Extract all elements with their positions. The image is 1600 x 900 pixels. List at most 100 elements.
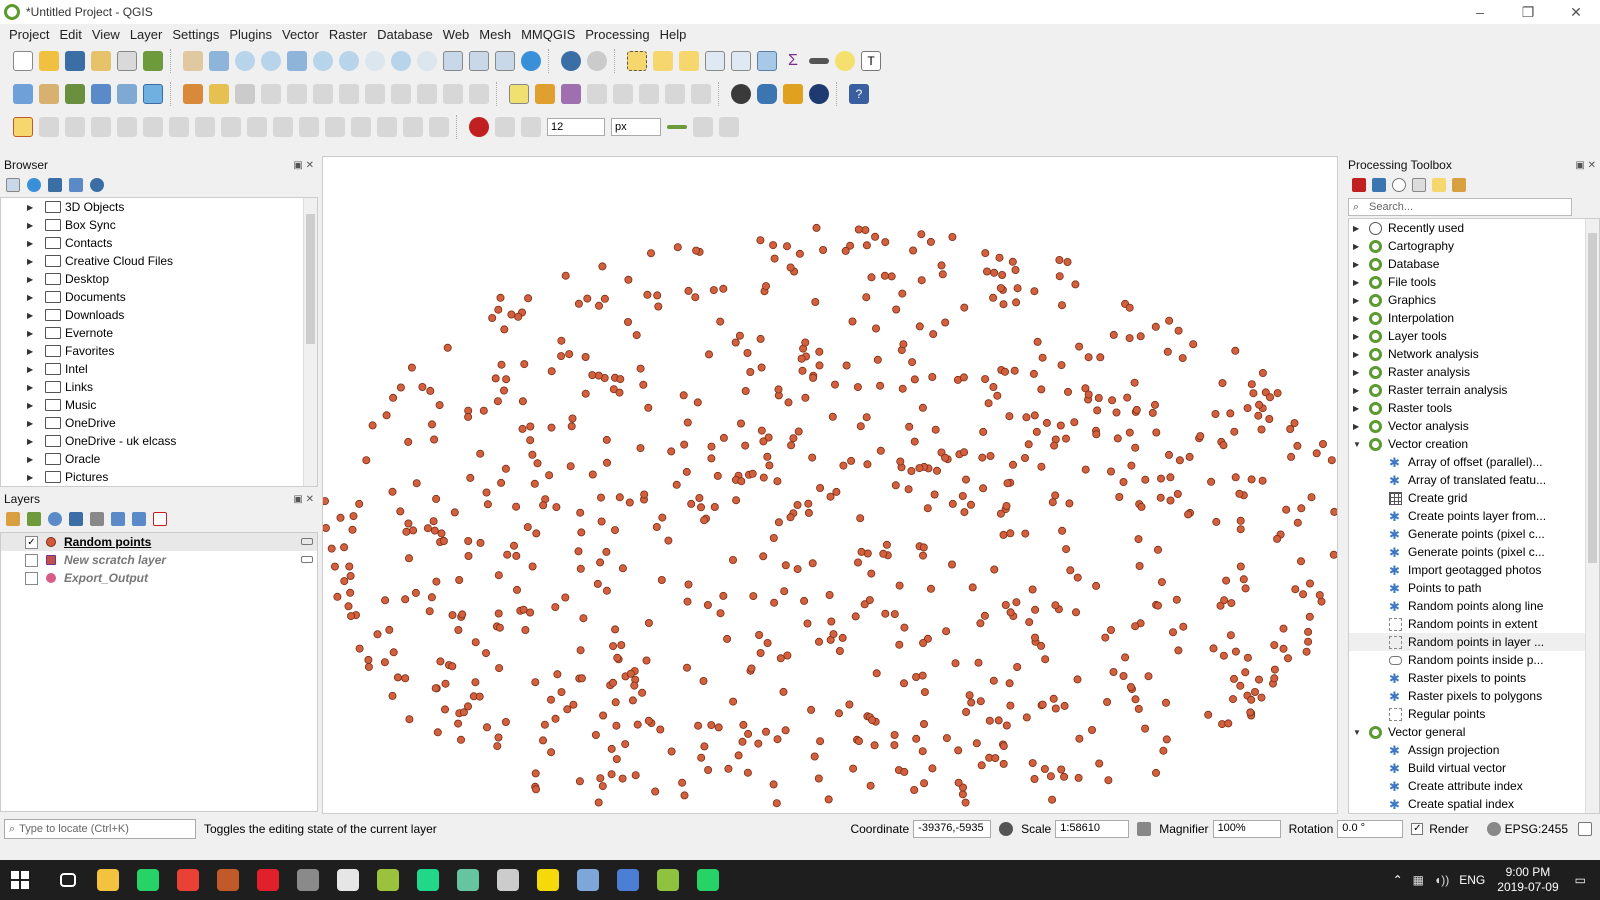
- filter-browser-icon[interactable]: [48, 178, 62, 192]
- tracing-icon[interactable]: [667, 125, 687, 129]
- toolbox-group[interactable]: ▶ Database: [1349, 255, 1599, 273]
- add-selected-layers-icon[interactable]: [6, 178, 20, 192]
- taskbar-app-sticky-notes[interactable]: [528, 860, 568, 900]
- browser-item[interactable]: ▶ Pictures: [1, 468, 317, 486]
- expand-arrow-icon[interactable]: ▶: [1353, 404, 1365, 413]
- layer-visibility-checkbox[interactable]: [25, 571, 38, 585]
- close-button[interactable]: ✕: [1552, 0, 1600, 24]
- label-toolbar-icon[interactable]: [509, 84, 529, 104]
- expand-arrow-icon[interactable]: ▶: [27, 455, 39, 464]
- new-virtual-layer-icon[interactable]: [143, 84, 163, 104]
- new-project-icon[interactable]: [13, 51, 33, 71]
- pan-to-selection-icon[interactable]: [209, 51, 229, 71]
- expand-arrow-icon[interactable]: ▶: [1353, 422, 1365, 431]
- browser-item[interactable]: ▶ Evernote: [1, 324, 317, 342]
- zoom-out-icon[interactable]: [261, 51, 281, 71]
- identify-features-icon[interactable]: [561, 51, 581, 71]
- history-icon[interactable]: [1392, 178, 1406, 192]
- expand-arrow-icon[interactable]: ▶: [27, 473, 39, 482]
- minimize-button[interactable]: –: [1456, 0, 1504, 24]
- expand-arrow-icon[interactable]: ▶: [27, 401, 39, 410]
- toolbox-algorithm[interactable]: ✱ Array of translated featu...: [1349, 471, 1599, 489]
- maximize-button[interactable]: ❐: [1504, 0, 1552, 24]
- browser-item[interactable]: ▶ Intel: [1, 360, 317, 378]
- menu-processing[interactable]: Processing: [580, 27, 654, 42]
- taskbar-app-atom[interactable]: [448, 860, 488, 900]
- advanced-digitizing-icon[interactable]: [13, 117, 33, 137]
- notifications-icon[interactable]: ▭: [1575, 873, 1586, 887]
- filter-by-expression-icon[interactable]: [90, 512, 104, 526]
- snap-to-layer-icon[interactable]: [495, 117, 515, 137]
- toolbox-group[interactable]: ▶ Cartography: [1349, 237, 1599, 255]
- fill-ring-icon[interactable]: [195, 117, 215, 137]
- data-source-manager-icon[interactable]: [13, 84, 33, 104]
- menu-help[interactable]: Help: [655, 27, 692, 42]
- measure-line-icon[interactable]: [809, 58, 829, 64]
- topological-editing-icon[interactable]: [693, 117, 713, 137]
- map-canvas[interactable]: [322, 156, 1338, 814]
- zoom-next-icon[interactable]: [417, 51, 437, 71]
- toolbox-group[interactable]: ▶ Recently used: [1349, 219, 1599, 237]
- taskbar-app-pycharm[interactable]: [408, 860, 448, 900]
- text-annotation-icon[interactable]: T: [861, 51, 881, 71]
- new-geopackage-layer-icon[interactable]: [39, 84, 59, 104]
- toolbox-group[interactable]: ▶ Raster terrain analysis: [1349, 381, 1599, 399]
- lock-scale-icon[interactable]: [1137, 822, 1152, 836]
- volume-icon[interactable]: ◖)): [1434, 873, 1449, 887]
- expand-arrow-icon[interactable]: ▶: [27, 383, 39, 392]
- editing-indicator-icon[interactable]: [301, 538, 313, 545]
- menu-settings[interactable]: Settings: [167, 27, 224, 42]
- expand-arrow-icon[interactable]: ▶: [1353, 368, 1365, 377]
- toolbox-group[interactable]: ▶ File tools: [1349, 273, 1599, 291]
- results-viewer-icon[interactable]: [1412, 178, 1426, 192]
- taskbar-app-obs[interactable]: [488, 860, 528, 900]
- add-group-icon[interactable]: [27, 512, 41, 526]
- toolbox-group[interactable]: ▶ Raster analysis: [1349, 363, 1599, 381]
- move-feature-icon[interactable]: [65, 117, 85, 137]
- toolbox-group[interactable]: ▶ Layer tools: [1349, 327, 1599, 345]
- offset-curve-icon[interactable]: [299, 117, 319, 137]
- expand-arrow-icon[interactable]: ▶: [27, 365, 39, 374]
- toolbox-group[interactable]: ▶ Network analysis: [1349, 345, 1599, 363]
- zoom-to-layer-icon[interactable]: [339, 51, 359, 71]
- scripts-icon[interactable]: [1372, 178, 1386, 192]
- new-shapefile-layer-icon[interactable]: [65, 84, 85, 104]
- map-tips-icon[interactable]: [835, 51, 855, 71]
- toolbox-search-input[interactable]: ⌕ Search...: [1348, 198, 1572, 216]
- toolbox-algorithm[interactable]: ✱ Random points along line: [1349, 597, 1599, 615]
- vertex-tool-icon[interactable]: [287, 84, 307, 104]
- collapse-arrow-icon[interactable]: ▼: [1353, 440, 1365, 449]
- remove-layer-icon[interactable]: [153, 512, 167, 526]
- select-by-value-icon[interactable]: [653, 51, 673, 71]
- coordinate-field[interactable]: -39376,-5935: [913, 820, 992, 838]
- browser-item[interactable]: ▶ OneDrive - uk elcass: [1, 432, 317, 450]
- panel-float-close-icon[interactable]: ▣ ✕: [293, 157, 314, 175]
- help-icon[interactable]: ?: [849, 84, 869, 104]
- manage-map-themes-icon[interactable]: [48, 512, 62, 526]
- crs-label[interactable]: EPSG:2455: [1505, 822, 1568, 836]
- taskbar-app-mail[interactable]: [328, 860, 368, 900]
- magnifier-field[interactable]: 100%: [1212, 820, 1281, 838]
- save-project-icon[interactable]: [65, 51, 85, 71]
- toolbox-group[interactable]: ▶ Vector analysis: [1349, 417, 1599, 435]
- snap-tolerance-input[interactable]: [547, 118, 605, 136]
- filter-legend-icon[interactable]: [69, 512, 83, 526]
- start-button[interactable]: [0, 860, 40, 900]
- simplify-feature-icon[interactable]: [117, 117, 137, 137]
- open-layer-styling-icon[interactable]: [6, 512, 20, 526]
- snap-vertex-icon[interactable]: [521, 117, 541, 137]
- toolbox-algorithm[interactable]: ✱ Generate points (pixel c...: [1349, 525, 1599, 543]
- collapse-all-icon[interactable]: [69, 178, 83, 192]
- expand-arrow-icon[interactable]: ▶: [27, 275, 39, 284]
- messages-icon[interactable]: [1578, 822, 1592, 836]
- new-map-view-icon[interactable]: [443, 51, 463, 71]
- taskbar-app-qgis[interactable]: [648, 860, 688, 900]
- expand-arrow-icon[interactable]: ▶: [27, 419, 39, 428]
- taskbar-app-task-view[interactable]: [48, 860, 88, 900]
- menu-project[interactable]: Project: [4, 27, 54, 42]
- snapping-magnet-icon[interactable]: [469, 117, 489, 137]
- models-icon[interactable]: [1352, 178, 1366, 192]
- expand-arrow-icon[interactable]: ▶: [1353, 296, 1365, 305]
- statistical-summary-icon[interactable]: Σ: [783, 51, 803, 71]
- toolbox-algorithm[interactable]: ✱ Create points layer from...: [1349, 507, 1599, 525]
